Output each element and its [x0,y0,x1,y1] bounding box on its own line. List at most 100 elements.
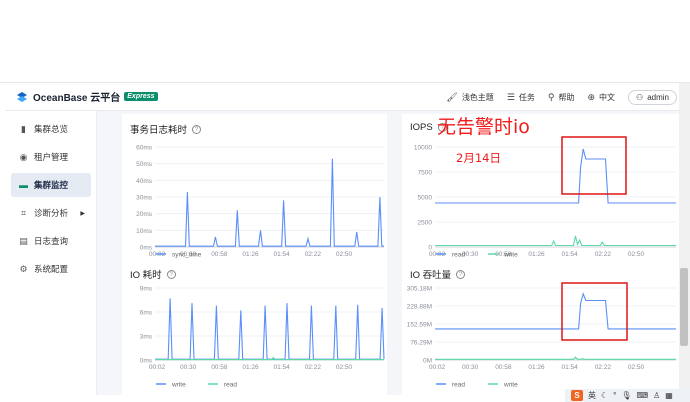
x-tick-label: 02:22 [305,251,322,258]
chart-title-io-time: IO 耗时? [130,267,176,281]
keyboard-icon[interactable]: ⌨ [637,391,649,400]
globe-icon: ⊕ [587,91,596,102]
legend-label[interactable]: read [452,382,465,389]
x-tick-label: 02:50 [336,364,353,371]
dot-icon[interactable]: ° [613,391,616,400]
help-label: 帮助 [558,92,575,102]
x-tick-label: 00:02 [429,364,446,371]
x-tick-label: 00:02 [149,364,166,371]
paint-icon: 🖌 [446,91,458,102]
chart-title-tx-log-time: 事务日志耗时? [130,122,202,136]
logo[interactable]: OceanBase 云平台 Express [15,89,158,104]
user-menu[interactable]: ⚇ admin [628,89,677,105]
tenant-icon: ◉ [19,151,28,162]
x-tick-label: 01:54 [562,364,579,371]
sidebar-item-label: 集群总览 [34,124,69,134]
x-tick-label: 02:50 [628,364,645,371]
y-tick-label: 76.29M [410,340,432,347]
header-actions: 🖌 浅色主题 ☰ 任务 ⚲ 帮助 ⊕ 中文 ⚇ admin [446,83,677,111]
blank-top-area [0,0,690,82]
y-tick-label: 152.59M [407,322,432,329]
x-tick-label: 01:26 [528,251,545,258]
bar-chart-icon: ▮ [21,123,26,134]
y-tick-label: 50ms [136,161,153,168]
help-circle-icon[interactable]: ? [456,269,466,279]
log-icon: ▤ [19,235,28,246]
submenu-arrow-icon: ▶ [80,210,85,217]
language-button[interactable]: ⊕ 中文 [587,92,615,103]
sidebar-item-tenant-management[interactable]: ◉ 租户管理 [11,145,91,169]
tasks-label: 任务 [518,92,535,102]
x-tick-label: 02:50 [336,251,353,258]
x-tick-label: 00:58 [211,364,228,371]
diagnose-icon: ⌗ [20,207,27,218]
sidebar-item-cluster-monitor[interactable]: ▬ 集群监控 [11,173,91,197]
series-line-read [155,356,384,361]
y-tick-label: 7500 [418,170,433,177]
list-icon: ☰ [506,91,515,102]
x-tick-label: 02:50 [628,251,645,258]
chart-title-io-throughput: IO 吞吐量? [410,267,466,281]
y-tick-label: 40ms [136,178,153,185]
top-header: OceanBase 云平台 Express 🖌 浅色主题 ☰ 任务 ⚲ 帮助 ⊕… [5,83,685,111]
user-tray-icon[interactable]: ♙ [653,391,660,400]
x-tick-label: 01:26 [242,251,259,258]
grid-icon[interactable]: ▦ [665,391,673,400]
app-window: OceanBase 云平台 Express 🖌 浅色主题 ☰ 任务 ⚲ 帮助 ⊕… [5,83,685,395]
legend-label[interactable]: write [503,382,518,389]
language-label: 中文 [599,92,616,102]
oceanbase-logo-icon [17,91,27,102]
series-line-write [435,235,676,247]
legend-label[interactable]: read [452,252,465,259]
chart-card-tx-log-time: 0ms10ms20ms30ms40ms50ms60ms00:0200:3000:… [122,114,387,259]
chart-card-io-throughput: 0M 76.29M 152.59M 228.88M 305.18M 00:02 00:30 0… [402,259,679,395]
legend-label[interactable]: read [224,382,237,389]
y-tick-label: 9ms [140,286,153,293]
x-tick-label: 01:26 [528,364,545,371]
legend-label[interactable]: write [503,252,518,259]
series-line-sync_time [155,158,384,247]
x-tick-label: 01:54 [274,364,291,371]
chart-card-io-time: 0ms 3ms 6ms 9ms 00:02 00:30 00:58 01:26 01:54 02:… [122,259,387,395]
express-badge: Express [124,92,158,101]
y-tick-label: 6ms [140,310,153,317]
sidebar-item-log-query[interactable]: ▤ 日志查询 [11,229,91,253]
sidebar-item-diagnosis[interactable]: ⌗ 诊断分析 ▶ [11,201,91,225]
ime-logo-icon[interactable]: S [571,390,583,401]
x-tick-label: 02:22 [595,251,612,258]
mic-icon[interactable]: 🎙 [621,391,631,400]
y-tick-label: 5000 [418,195,433,202]
user-name: admin [647,92,669,102]
sidebar: ▮ 集群总览 ◉ 租户管理 ▬ 集群监控 ⌗ 诊断分析 ▶ ▤ 日志查询 ⚙ 系… [5,111,97,395]
user-icon: ⚇ [636,92,644,102]
sidebar-item-label: 集群监控 [34,180,69,190]
system-taskbar: S 英 ☾ ° 🎙 ⌨ ♙ ▦ [565,389,690,402]
ime-language[interactable]: 英 [588,390,596,401]
help-button[interactable]: ⚲ 帮助 [548,92,575,103]
help-circle-icon[interactable]: ? [192,124,202,134]
series-line-write [155,298,385,360]
scrollbar-track[interactable] [679,83,690,395]
sidebar-item-cluster-overview[interactable]: ▮ 集群总览 [11,117,91,141]
theme-label: 浅色主题 [461,92,494,102]
tasks-button[interactable]: ☰ 任务 [507,92,535,103]
sidebar-item-system-config[interactable]: ⚙ 系统配置 [11,257,91,281]
sidebar-item-label: 日志查询 [34,236,69,246]
sidebar-item-label: 租户管理 [34,152,69,162]
x-tick-label: 02:22 [305,364,322,371]
y-tick-label: 305.18M [407,286,432,293]
legend-label[interactable]: sync_time [172,252,202,259]
theme-toggle[interactable]: 🖌 浅色主题 [446,92,493,103]
settings-icon: ⚙ [19,263,28,274]
x-tick-label: 00:58 [211,251,228,258]
help-circle-icon[interactable]: ? [166,269,176,279]
scrollbar-thumb[interactable] [680,268,688,346]
logo-text: OceanBase 云平台 [33,93,121,104]
sidebar-item-label: 系统配置 [34,264,69,274]
x-tick-label: 01:54 [562,251,579,258]
x-tick-label: 01:26 [242,364,259,371]
x-tick-label: 00:58 [495,364,512,371]
legend-label[interactable]: write [171,382,186,389]
x-tick-label: 02:22 [595,364,612,371]
moon-icon[interactable]: ☾ [601,391,608,400]
